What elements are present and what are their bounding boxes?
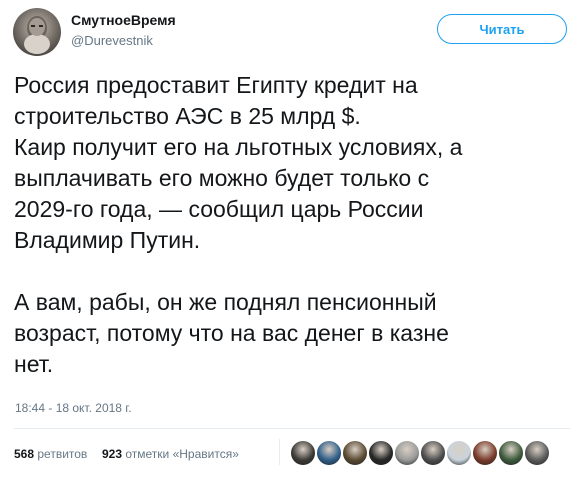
tweet-line: Россия предоставит Египту кредит на	[14, 72, 418, 98]
tweet-line: 2029-го года, — сообщил царь России	[14, 196, 424, 222]
avatar-portrait-icon	[24, 16, 50, 54]
tweet-stats: 568 ретвитов 923 отметки «Нравится»	[14, 447, 239, 461]
author-display-name[interactable]: СмутноеВремя	[71, 12, 176, 28]
liker-avatar-2[interactable]	[316, 440, 342, 466]
liker-avatar-8[interactable]	[472, 440, 498, 466]
tweet-line: Каир получит его на льготных условиях, а	[14, 134, 463, 160]
tweet-line: А вам, рабы, он же поднял пенсионный	[14, 289, 437, 315]
stats-separator	[279, 439, 280, 465]
liker-avatar-1[interactable]	[290, 440, 316, 466]
likes-count: 923	[102, 447, 123, 461]
tweet-card: СмутноеВремя @Durevestnik Читать Россия …	[0, 0, 579, 480]
liker-avatar-5[interactable]	[394, 440, 420, 466]
liker-avatar-4[interactable]	[368, 440, 394, 466]
tweet-text: Россия предоставит Египту кредит на стро…	[14, 70, 569, 380]
liker-avatar-6[interactable]	[420, 440, 446, 466]
retweets-stat[interactable]: 568 ретвитов	[14, 447, 91, 461]
liker-avatar-3[interactable]	[342, 440, 368, 466]
tweet-line: Владимир Путин.	[14, 227, 201, 253]
author-handle[interactable]: @Durevestnik	[71, 33, 153, 48]
likes-stat[interactable]: 923 отметки «Нравится»	[102, 447, 239, 461]
tweet-timestamp[interactable]: 18:44 - 18 окт. 2018 г.	[15, 401, 132, 415]
tweet-line: нет.	[14, 351, 54, 377]
divider	[14, 428, 570, 429]
tweet-line: выплачивать его можно будет только с	[14, 165, 430, 191]
retweets-count: 568	[14, 447, 35, 461]
retweets-label: ретвитов	[37, 447, 88, 461]
liker-avatar-10[interactable]	[524, 440, 550, 466]
liker-avatar-7[interactable]	[446, 440, 472, 466]
likes-label: отметки «Нравится»	[125, 447, 239, 461]
liker-avatar-9[interactable]	[498, 440, 524, 466]
tweet-line: строительство АЭС в 25 млрд $.	[14, 103, 361, 129]
tweet-line: возраст, потому что на вас денег в казне	[14, 320, 449, 346]
follow-button[interactable]: Читать	[437, 14, 567, 44]
author-avatar[interactable]	[13, 8, 61, 56]
